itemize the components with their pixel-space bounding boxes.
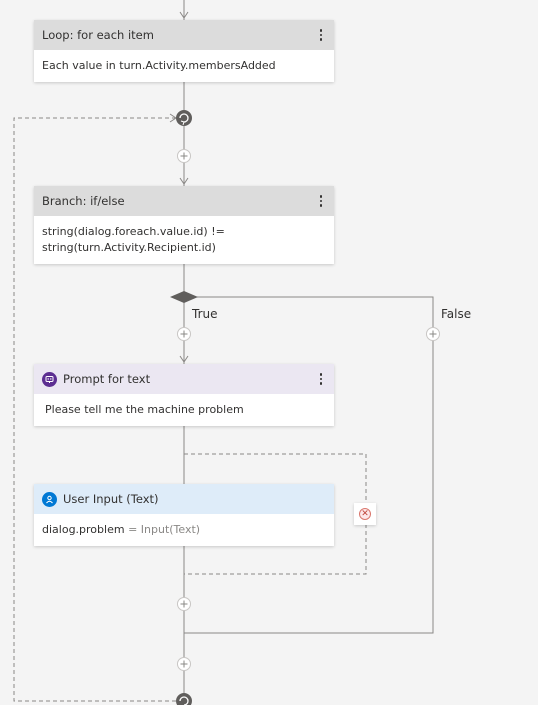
user-input-value: Input(Text) xyxy=(140,523,201,536)
false-branch-label: False xyxy=(441,307,472,321)
prompt-node-title: Prompt for text xyxy=(63,372,151,386)
user-input-node[interactable]: User Input (Text) dialog.problem = Input… xyxy=(34,484,334,546)
loop-node-header: Loop: for each item xyxy=(34,20,334,50)
branch-condition-line: string(dialog.foreach.value.id) != xyxy=(42,225,225,238)
person-icon xyxy=(42,491,57,507)
true-branch-label: True xyxy=(192,307,218,321)
add-step-button[interactable] xyxy=(177,597,191,611)
more-vertical-icon[interactable] xyxy=(316,193,326,209)
branch-node-title: Branch: if/else xyxy=(42,194,125,208)
user-input-node-title: User Input (Text) xyxy=(63,492,159,506)
dialog-canvas: Loop: for each item Each value in turn.A… xyxy=(0,0,538,705)
diamond-icon xyxy=(170,291,198,303)
add-step-button[interactable] xyxy=(426,327,440,341)
false-branch-connector xyxy=(184,296,434,634)
loop-end-icon xyxy=(176,693,192,705)
loop-node-body: Each value in turn.Activity.membersAdded xyxy=(42,59,276,72)
add-step-button[interactable] xyxy=(177,327,191,341)
flow-connectors xyxy=(13,0,440,705)
user-input-assignment: dialog.problem = Input(Text) xyxy=(34,514,334,546)
more-vertical-icon[interactable] xyxy=(316,371,326,387)
branch-condition-line: string(turn.Activity.Recipient.id) xyxy=(42,241,216,254)
user-input-node-header: User Input (Text) xyxy=(34,484,334,514)
chat-bot-icon xyxy=(42,371,57,387)
add-step-button[interactable] xyxy=(177,657,191,671)
loop-node-title: Loop: for each item xyxy=(42,28,154,42)
branch-condition: string(dialog.foreach.value.id) != strin… xyxy=(34,216,334,264)
prompt-node-body: Please tell me the machine problem xyxy=(45,403,244,416)
prompt-node-header: Prompt for text xyxy=(34,364,334,394)
loop-icon xyxy=(176,110,192,126)
error-circle-icon[interactable]: ✕ xyxy=(354,503,376,525)
loop-foreach-node[interactable]: Loop: for each item Each value in turn.A… xyxy=(34,20,334,82)
add-step-button[interactable] xyxy=(177,149,191,163)
more-vertical-icon[interactable] xyxy=(316,27,326,43)
prompt-for-text-node[interactable]: Prompt for text Please tell me the machi… xyxy=(34,364,334,426)
branch-node-header: Branch: if/else xyxy=(34,186,334,216)
branch-ifelse-node[interactable]: Branch: if/else string(dialog.foreach.va… xyxy=(34,186,334,264)
user-input-operator: = xyxy=(128,523,138,536)
user-input-property: dialog.problem xyxy=(42,523,125,536)
